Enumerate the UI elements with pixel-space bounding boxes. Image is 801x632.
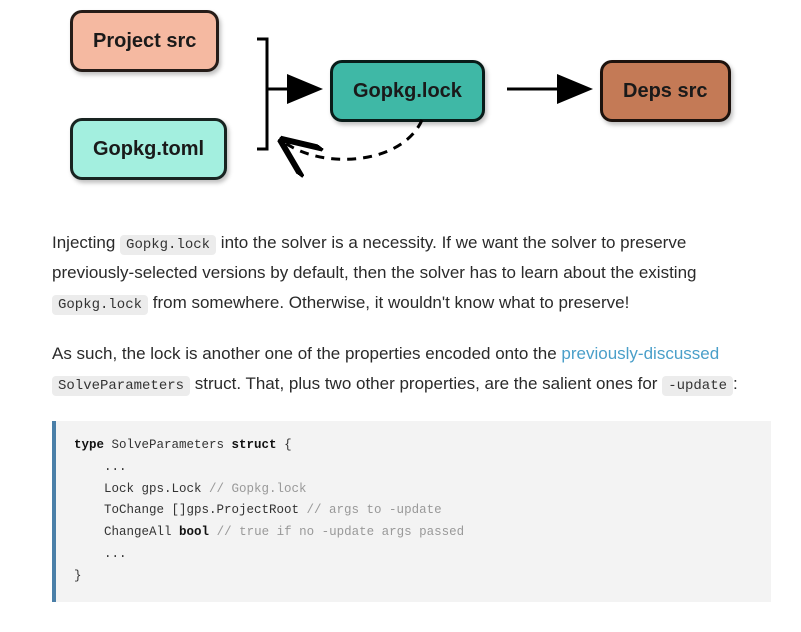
keyword-type: type	[74, 438, 104, 452]
text: Injecting	[52, 233, 120, 252]
diagram-box-gopkg-toml: Gopkg.toml	[70, 118, 227, 180]
code-text	[209, 525, 217, 539]
code-text: ...	[74, 547, 127, 561]
code-gopkg-lock: Gopkg.lock	[52, 295, 148, 315]
code-solveparameters: SolveParameters	[52, 376, 190, 396]
text: from somewhere. Otherwise, it wouldn't k…	[148, 293, 629, 312]
code-text: ...	[74, 460, 127, 474]
paragraph-2: As such, the lock is another one of the …	[52, 339, 771, 399]
code-text: SolveParameters	[104, 438, 232, 452]
code-comment: // args to -update	[307, 503, 442, 517]
text: struct. That, plus two other properties,…	[190, 374, 662, 393]
code-block-solveparameters: type SolveParameters struct { ... Lock g…	[52, 421, 771, 602]
keyword-struct: struct	[232, 438, 277, 452]
paragraph-1: Injecting Gopkg.lock into the solver is …	[52, 228, 771, 317]
text: As such, the lock is another one of the …	[52, 344, 561, 363]
link-previously-discussed[interactable]: previously-discussed	[561, 344, 719, 363]
code-text: ToChange []gps.ProjectRoot	[74, 503, 307, 517]
code-text: {	[277, 438, 292, 452]
text: :	[733, 374, 738, 393]
code-update-flag: -update	[662, 376, 733, 396]
code-comment: // Gopkg.lock	[209, 482, 307, 496]
keyword-bool: bool	[179, 525, 209, 539]
code-comment: // true if no -update args passed	[217, 525, 465, 539]
code-gopkg-lock: Gopkg.lock	[120, 235, 216, 255]
diagram-box-deps-src: Deps src	[600, 60, 731, 122]
diagram-box-gopkg-lock: Gopkg.lock	[330, 60, 485, 122]
code-text: Lock gps.Lock	[74, 482, 209, 496]
architecture-diagram: Project src Gopkg.toml Gopkg.lock Deps s…	[52, 10, 782, 210]
diagram-box-project-src: Project src	[70, 10, 219, 72]
code-text: ChangeAll	[74, 525, 179, 539]
